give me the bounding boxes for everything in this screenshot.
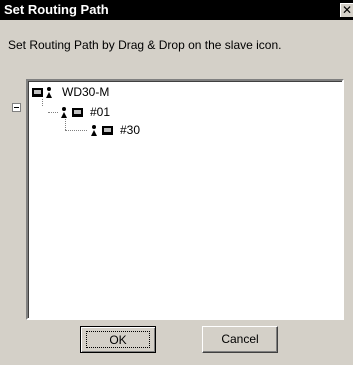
instruction-text: Set Routing Path by Drag & Drop on the s… [8,38,282,52]
tree-node-label: #01 [90,105,111,119]
close-icon[interactable]: ✕ [340,3,353,17]
collapse-icon[interactable] [12,103,21,112]
tree-node-label: WD30-M [62,85,110,99]
slave-device-icon [60,106,86,118]
tree-node-root[interactable]: WD30-M [32,85,109,99]
tree-connector [65,119,66,130]
routing-tree[interactable]: WD30-M #01 #30 [26,79,344,320]
tree-connector [42,99,43,106]
tree-connector [65,130,87,131]
window-title: Set Routing Path [4,2,109,17]
set-routing-path-dialog: Set Routing Path ✕ Set Routing Path by D… [0,0,353,365]
tree-connector [48,112,58,113]
tree-node-label: #30 [120,123,141,137]
ok-button-label: OK [86,331,150,348]
title-bar[interactable]: Set Routing Path ✕ [0,0,353,20]
tree-node-30[interactable]: #30 [90,123,140,137]
cancel-button[interactable]: Cancel [202,326,278,353]
master-device-icon [32,86,58,98]
slave-device-icon [90,124,116,136]
ok-button[interactable]: OK [80,326,156,353]
tree-node-01[interactable]: #01 [60,105,110,119]
